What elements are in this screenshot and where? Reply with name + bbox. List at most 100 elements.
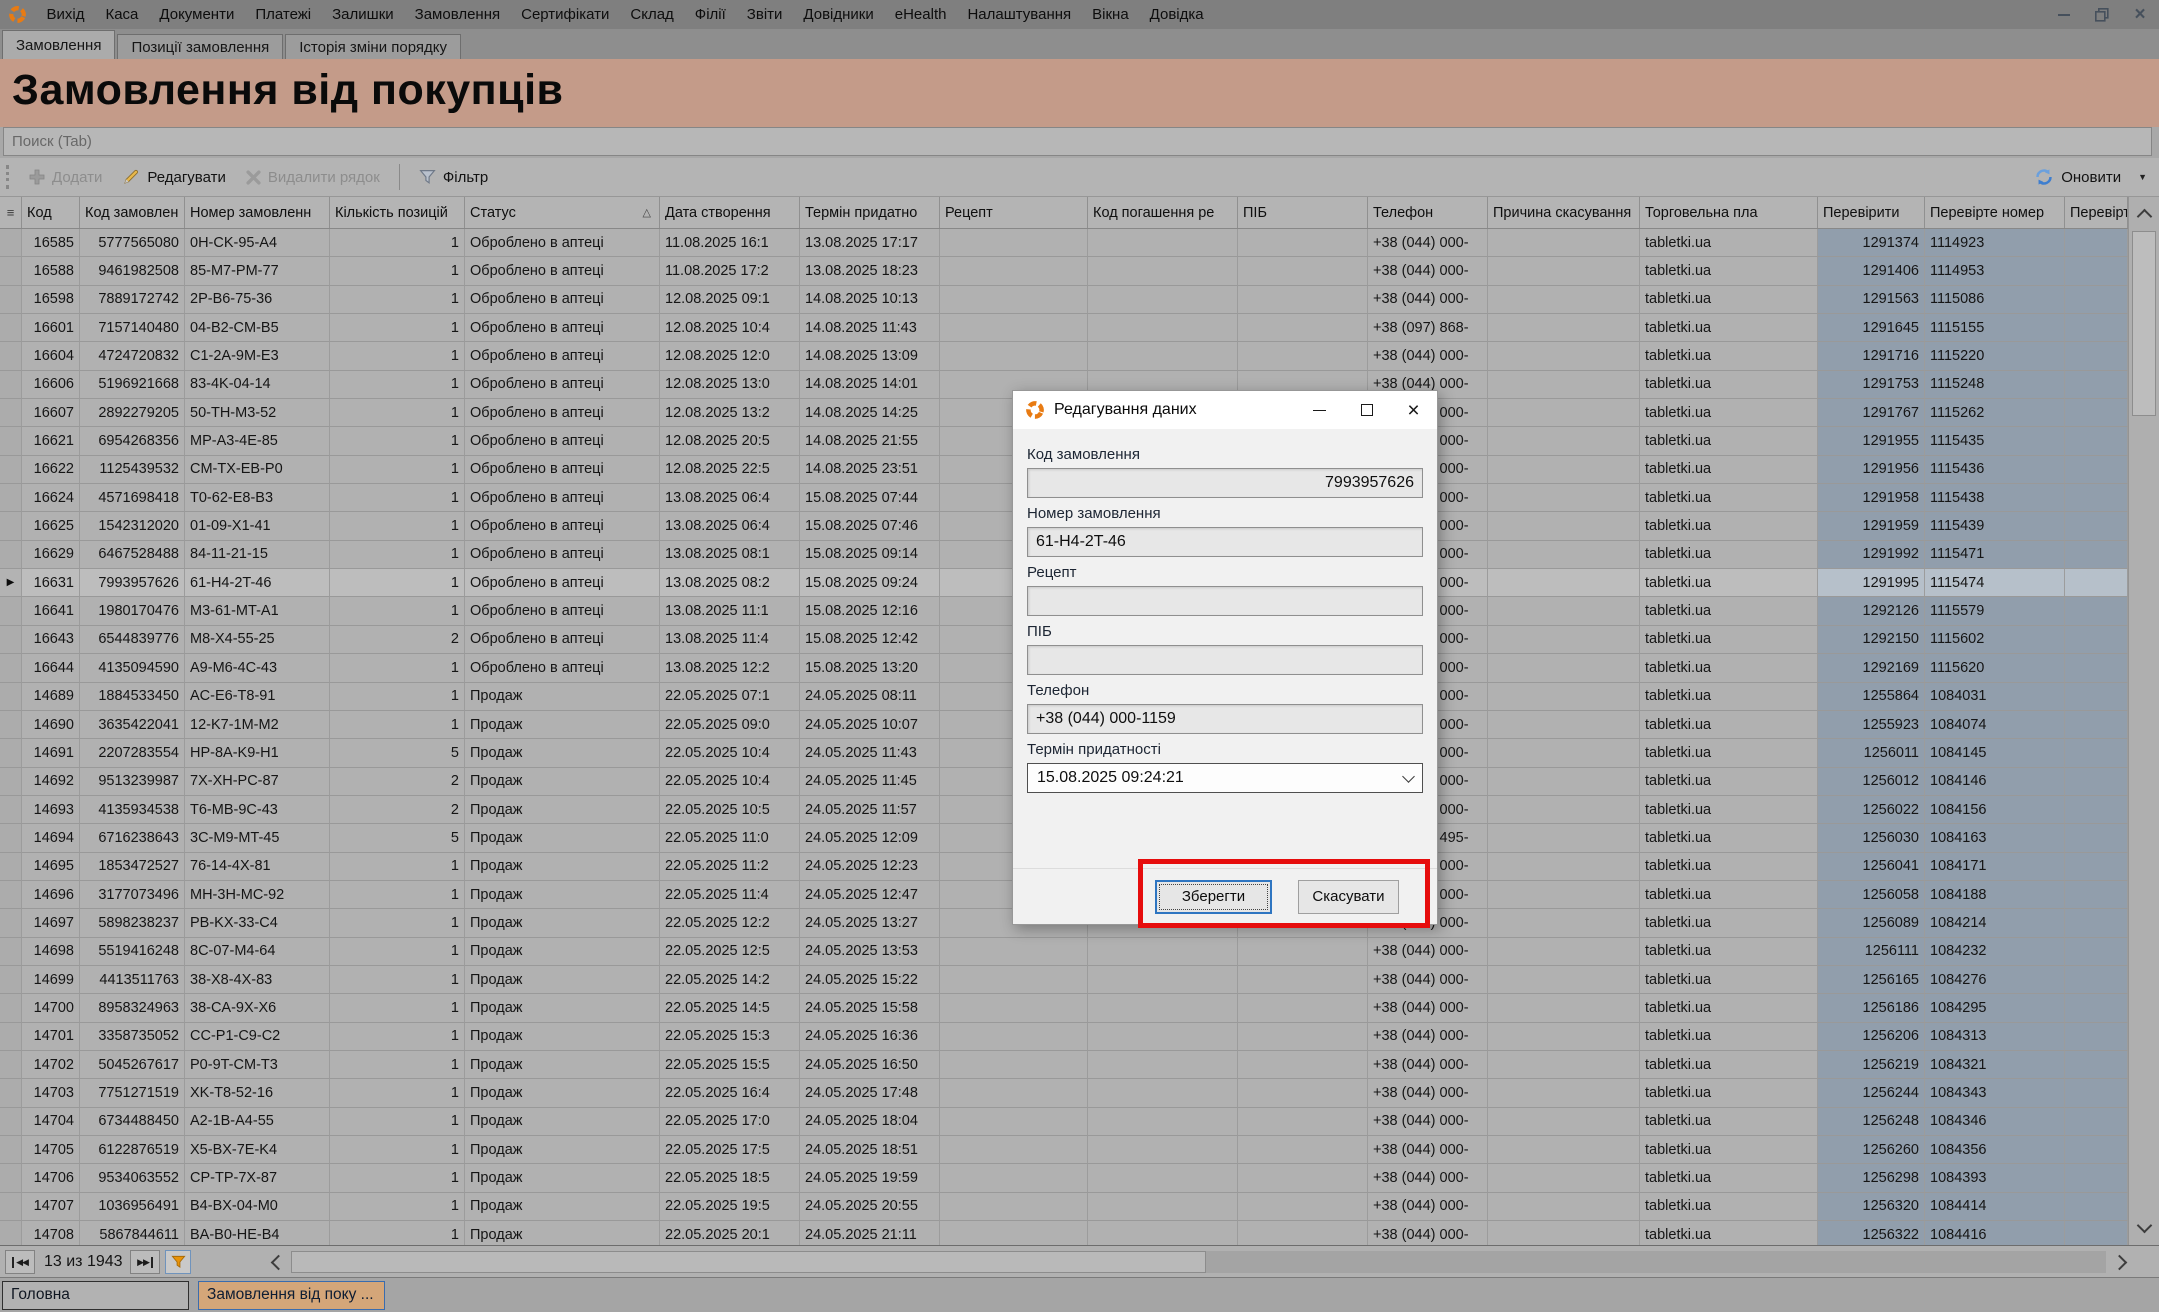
table-row[interactable]: ▶ 14701 3358735052 CC-P1-C9-C2 1 Продаж … xyxy=(0,1023,2128,1051)
page-tab[interactable]: Замовлення xyxy=(2,30,115,59)
table-row[interactable]: ▶ 16588 9461982508 85-M7-PM-77 1 Обробле… xyxy=(0,257,2128,285)
menu-item[interactable]: Звіти xyxy=(736,0,793,29)
cell-check2 xyxy=(2065,541,2128,569)
cell-check2 xyxy=(2065,966,2128,994)
menu-item[interactable]: Склад xyxy=(620,0,684,29)
cell-cancel-reason xyxy=(1488,853,1640,881)
menu-item[interactable]: Залишки xyxy=(322,0,405,29)
expiry-combobox[interactable]: 15.08.2025 09:24:21 xyxy=(1027,763,1423,793)
save-button[interactable]: Зберегти xyxy=(1155,880,1272,914)
table-row[interactable]: ▶ 14705 6122876519 X5-BX-7E-K4 1 Продаж … xyxy=(0,1136,2128,1164)
edit-button[interactable]: Редагувати xyxy=(112,162,236,192)
dialog-maximize-button[interactable] xyxy=(1343,391,1390,429)
column-header-created[interactable]: Дата створення xyxy=(660,197,800,228)
table-row[interactable]: ▶ 14698 5519416248 8C-07-M4-64 1 Продаж … xyxy=(0,938,2128,966)
cell-recipe xyxy=(940,1108,1088,1136)
table-row[interactable]: ▶ 14706 9534063552 CP-TP-7X-87 1 Продаж … xyxy=(0,1164,2128,1192)
restore-button[interactable] xyxy=(2083,0,2121,29)
table-row[interactable]: ▶ 16585 5777565080 0H-CK-95-A4 1 Обробле… xyxy=(0,229,2128,257)
cell-status: Продаж xyxy=(465,683,660,711)
search-input[interactable] xyxy=(4,128,2151,155)
close-button[interactable]: × xyxy=(2121,0,2159,29)
taskbar-tab[interactable]: Замовлення від поку ... xyxy=(198,1281,385,1310)
menu-item[interactable]: Вихід xyxy=(36,0,95,29)
recipe-field[interactable] xyxy=(1027,586,1423,616)
first-record-button[interactable]: ◀◀ xyxy=(5,1250,35,1274)
table-row[interactable]: ▶ 14699 4413511763 38-X8-4X-83 1 Продаж … xyxy=(0,966,2128,994)
table-row[interactable]: ▶ 14704 6734488450 A2-1B-A4-55 1 Продаж … xyxy=(0,1108,2128,1136)
scroll-down-button[interactable] xyxy=(2129,1213,2159,1243)
cell-name xyxy=(1238,1079,1368,1107)
column-header-status[interactable]: Статус△ xyxy=(465,197,660,228)
column-header-check2[interactable]: Перевірт xyxy=(2065,197,2128,228)
column-header-order-code[interactable]: Код замовлен xyxy=(80,197,185,228)
cell-positions: 1 xyxy=(330,569,465,597)
filter-button[interactable]: Фільтр xyxy=(409,162,498,192)
menu-item[interactable]: Вікна xyxy=(1082,0,1140,29)
last-record-button[interactable]: ▶▶ xyxy=(130,1250,160,1274)
vertical-scrollbar[interactable] xyxy=(2128,197,2159,1245)
menu-item[interactable]: Замовлення xyxy=(404,0,510,29)
page-tab[interactable]: Позиції замовлення xyxy=(117,34,283,59)
page-tab[interactable]: Історія зміни порядку xyxy=(285,34,461,59)
column-header-check[interactable]: Перевірити xyxy=(1818,197,1925,228)
table-row[interactable]: ▶ 16598 7889172742 2P-B6-75-36 1 Обробле… xyxy=(0,286,2128,314)
row-selector-cell: ▶ xyxy=(0,569,22,597)
menu-item[interactable]: Сертифікати xyxy=(511,0,620,29)
cell-check: 1256186 xyxy=(1818,994,1925,1022)
menu-item[interactable]: Платежі xyxy=(245,0,322,29)
column-header-expiry[interactable]: Термін придатно xyxy=(800,197,940,228)
horizontal-scrollbar-thumb[interactable] xyxy=(291,1251,1206,1273)
column-header-check-number[interactable]: Перевірте номер xyxy=(1925,197,2065,228)
refresh-dropdown-icon[interactable]: ▼ xyxy=(2138,172,2147,182)
column-header-platform[interactable]: Торговельна пла xyxy=(1640,197,1818,228)
column-header-redeem-code[interactable]: Код погашення ре xyxy=(1088,197,1238,228)
table-row[interactable]: ▶ 16604 4724720832 C1-2A-9M-E3 1 Обробле… xyxy=(0,342,2128,370)
menu-item[interactable]: Філії xyxy=(684,0,736,29)
cell-positions: 1 xyxy=(330,1051,465,1079)
scroll-right-button[interactable] xyxy=(2110,1251,2132,1273)
column-header-order-number[interactable]: Номер замовленн xyxy=(185,197,330,228)
toolbar-grip[interactable] xyxy=(6,165,9,189)
column-header-cancel-reason[interactable]: Причина скасування xyxy=(1488,197,1640,228)
table-row[interactable]: ▶ 14703 7751271519 XK-T8-52-16 1 Продаж … xyxy=(0,1079,2128,1107)
cell-cancel-reason xyxy=(1488,1164,1640,1192)
vertical-scrollbar-thumb[interactable] xyxy=(2132,231,2156,416)
cell-expiry: 24.05.2025 11:43 xyxy=(800,739,940,767)
taskbar-tab[interactable]: Головна xyxy=(2,1281,189,1310)
menu-item[interactable]: Налаштування xyxy=(957,0,1082,29)
cell-phone: +38 (044) 000- xyxy=(1368,1193,1488,1221)
order-code-field[interactable] xyxy=(1027,468,1423,498)
cell-created: 11.08.2025 16:1 xyxy=(660,229,800,257)
table-row[interactable]: ▶ 14702 5045267617 P0-9T-CM-T3 1 Продаж … xyxy=(0,1051,2128,1079)
column-header-name[interactable]: ПІБ xyxy=(1238,197,1368,228)
column-header-code[interactable]: Код xyxy=(22,197,80,228)
phone-field[interactable] xyxy=(1027,704,1423,734)
chevron-down-icon xyxy=(2136,1218,2152,1234)
dialog-title-bar[interactable]: Редагування даних × xyxy=(1013,391,1437,429)
horizontal-scrollbar[interactable] xyxy=(291,1251,2106,1273)
table-row[interactable]: ▶ 14707 1036956491 B4-BX-04-M0 1 Продаж … xyxy=(0,1193,2128,1221)
grid-filter-toggle-button[interactable] xyxy=(165,1250,191,1274)
table-row[interactable]: ▶ 14708 5867844611 BA-B0-HE-B4 1 Продаж … xyxy=(0,1221,2128,1245)
menu-item[interactable]: eHealth xyxy=(884,0,957,29)
minimize-button[interactable] xyxy=(2045,0,2083,29)
full-name-field[interactable] xyxy=(1027,645,1423,675)
cancel-button[interactable]: Скасувати xyxy=(1298,880,1399,914)
refresh-button[interactable]: Оновити xyxy=(2024,162,2131,192)
column-header-recipe[interactable]: Рецепт xyxy=(940,197,1088,228)
dialog-minimize-button[interactable] xyxy=(1296,391,1343,429)
cell-platform: tabletki.ua xyxy=(1640,1164,1818,1192)
menu-item[interactable]: Документи xyxy=(149,0,245,29)
column-header-phone[interactable]: Телефон xyxy=(1368,197,1488,228)
table-row[interactable]: ▶ 14700 8958324963 38-CA-9X-X6 1 Продаж … xyxy=(0,994,2128,1022)
menu-item[interactable]: Каса xyxy=(95,0,149,29)
scroll-up-button[interactable] xyxy=(2129,199,2159,229)
column-header-positions[interactable]: Кількість позицій xyxy=(330,197,465,228)
order-number-field[interactable] xyxy=(1027,527,1423,557)
scroll-left-button[interactable] xyxy=(266,1251,288,1273)
table-row[interactable]: ▶ 16601 7157140480 04-B2-CM-B5 1 Обробле… xyxy=(0,314,2128,342)
dialog-close-button[interactable]: × xyxy=(1390,391,1437,429)
menu-item[interactable]: Довідники xyxy=(793,0,884,29)
menu-item[interactable]: Довідка xyxy=(1139,0,1214,29)
